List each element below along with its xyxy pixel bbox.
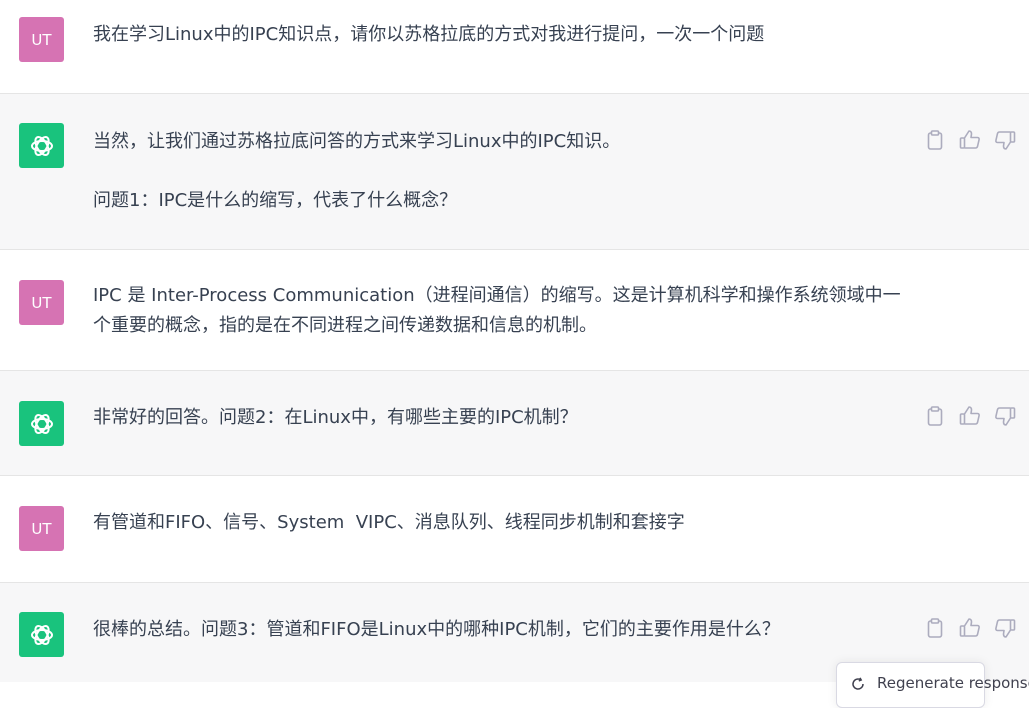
openai-logo-icon bbox=[30, 624, 53, 645]
message-actions bbox=[922, 615, 1022, 641]
message-line: 非常好的回答。问题2：在Linux中，有哪些主要的IPC机制？ bbox=[93, 407, 578, 428]
regenerate-label: Regenerate response bbox=[877, 674, 1029, 692]
message-text: 有管道和FIFO、信号、System VIPC、消息队列、线程同步机制和套接字 bbox=[93, 508, 913, 538]
thumbs-up-icon[interactable] bbox=[957, 403, 983, 429]
thumbs-up-icon[interactable] bbox=[957, 615, 983, 641]
user-avatar: UT bbox=[19, 280, 64, 325]
assistant-avatar bbox=[19, 401, 64, 446]
message-actions bbox=[922, 127, 1022, 153]
thumbs-down-icon[interactable] bbox=[992, 403, 1018, 429]
regenerate-response-button[interactable]: Regenerate response bbox=[836, 662, 1029, 708]
message-assistant: 当然，让我们通过苏格拉底问答的方式来学习Linux中的IPC知识。 问题1：IP… bbox=[0, 94, 1029, 249]
message-line: 我在学习Linux中的IPC知识点，请你以苏格拉底的方式对我进行提问，一次一个问… bbox=[93, 24, 765, 45]
clipboard-icon[interactable] bbox=[922, 127, 948, 153]
refresh-icon bbox=[852, 677, 864, 690]
clipboard-icon[interactable] bbox=[922, 615, 948, 641]
message-actions bbox=[922, 403, 1022, 429]
user-avatar: UT bbox=[19, 506, 64, 551]
message-text: 很棒的总结。问题3：管道和FIFO是Linux中的哪种IPC机制，它们的主要作用… bbox=[93, 615, 913, 645]
message-text: 我在学习Linux中的IPC知识点，请你以苏格拉底的方式对我进行提问，一次一个问… bbox=[93, 20, 913, 50]
message-line: 当然，让我们通过苏格拉底问答的方式来学习Linux中的IPC知识。 bbox=[93, 131, 621, 152]
message-text: IPC 是 Inter-Process Communication（进程间通信）… bbox=[93, 281, 903, 341]
message-user: UT 我在学习Linux中的IPC知识点，请你以苏格拉底的方式对我进行提问，一次… bbox=[0, 0, 1029, 93]
assistant-avatar bbox=[19, 612, 64, 657]
message-line: IPC 是 Inter-Process Communication（进程间通信）… bbox=[93, 285, 901, 336]
message-line: 问题1：IPC是什么的缩写，代表了什么概念？ bbox=[93, 190, 458, 211]
assistant-avatar bbox=[19, 123, 64, 168]
message-line: 很棒的总结。问题3：管道和FIFO是Linux中的哪种IPC机制，它们的主要作用… bbox=[93, 619, 780, 640]
openai-logo-icon bbox=[30, 135, 53, 156]
thumbs-up-icon[interactable] bbox=[957, 127, 983, 153]
message-user: UT IPC 是 Inter-Process Communication（进程间… bbox=[0, 250, 1029, 370]
message-assistant: 非常好的回答。问题2：在Linux中，有哪些主要的IPC机制？ bbox=[0, 371, 1029, 475]
user-avatar: UT bbox=[19, 17, 64, 62]
message-text: 非常好的回答。问题2：在Linux中，有哪些主要的IPC机制？ bbox=[93, 403, 913, 433]
thumbs-down-icon[interactable] bbox=[992, 127, 1018, 153]
clipboard-icon[interactable] bbox=[922, 403, 948, 429]
message-line: 有管道和FIFO、信号、System VIPC、消息队列、线程同步机制和套接字 bbox=[93, 512, 685, 533]
openai-logo-icon bbox=[30, 413, 53, 434]
message-text: 当然，让我们通过苏格拉底问答的方式来学习Linux中的IPC知识。 问题1：IP… bbox=[93, 127, 913, 216]
thumbs-down-icon[interactable] bbox=[992, 615, 1018, 641]
message-user: UT 有管道和FIFO、信号、System VIPC、消息队列、线程同步机制和套… bbox=[0, 476, 1029, 582]
